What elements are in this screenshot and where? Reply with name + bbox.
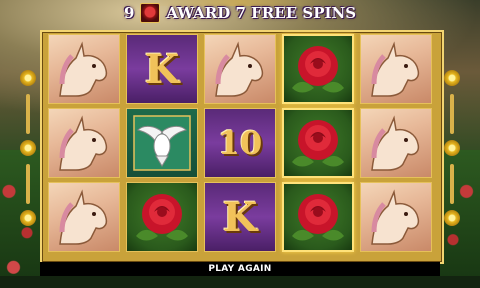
unicorn-symbol (48, 108, 120, 178)
unicorn-icon (215, 41, 264, 97)
footer-background (0, 276, 480, 288)
k-label: K (144, 45, 180, 93)
play-again-label: PLAY AGAIN (208, 264, 272, 274)
flower-icon (20, 210, 36, 226)
award-text: AWARD 7 FREE SPINS (166, 4, 357, 22)
reel-5 (358, 34, 434, 256)
dove-symbol (126, 108, 198, 178)
vine-ornament (26, 94, 30, 134)
rose-icon (140, 3, 161, 23)
unicorn-symbol (360, 108, 432, 178)
unicorn-symbol (360, 34, 432, 104)
flower-icon (444, 210, 460, 226)
dove-icon (133, 115, 191, 171)
scatter-count: 9 (123, 4, 135, 22)
k-symbol: K (126, 34, 198, 104)
reel-2: K (124, 34, 200, 256)
reel-4 (280, 34, 356, 256)
k-label: K (222, 193, 258, 241)
rose-symbol (282, 182, 354, 252)
unicorn-symbol (48, 182, 120, 252)
rose-icon (292, 46, 344, 93)
rose-icon (292, 194, 344, 241)
unicorn-icon (371, 41, 420, 97)
flower-icon (20, 70, 36, 86)
play-again-button[interactable]: PLAY AGAIN (40, 262, 440, 276)
left-ornament (18, 70, 38, 226)
rose-icon (136, 194, 188, 241)
flower-icon (20, 140, 36, 156)
win-banner: 9 AWARD 7 FREE SPINS (0, 3, 480, 27)
unicorn-icon (59, 41, 108, 97)
right-ornament (442, 70, 462, 226)
vine-ornament (450, 164, 454, 204)
unicorn-icon (371, 115, 420, 171)
vine-ornament (26, 164, 30, 204)
unicorn-icon (59, 189, 108, 245)
rose-symbol (282, 108, 354, 178)
unicorn-icon (59, 115, 108, 171)
rose-symbol (126, 182, 198, 252)
rose-symbol (282, 34, 354, 104)
ten-symbol: 10 (204, 108, 276, 178)
rose-icon (292, 120, 344, 167)
k-symbol: K (204, 182, 276, 252)
unicorn-symbol (204, 34, 276, 104)
vine-ornament (450, 94, 454, 134)
flower-icon (444, 140, 460, 156)
unicorn-icon (371, 189, 420, 245)
reel-3: 10 K (202, 34, 278, 256)
flower-icon (444, 70, 460, 86)
unicorn-symbol (48, 34, 120, 104)
unicorn-symbol (360, 182, 432, 252)
win-banner-content: 9 AWARD 7 FREE SPINS (114, 3, 366, 23)
reel-1 (46, 34, 122, 256)
ten-label: 10 (217, 124, 263, 162)
